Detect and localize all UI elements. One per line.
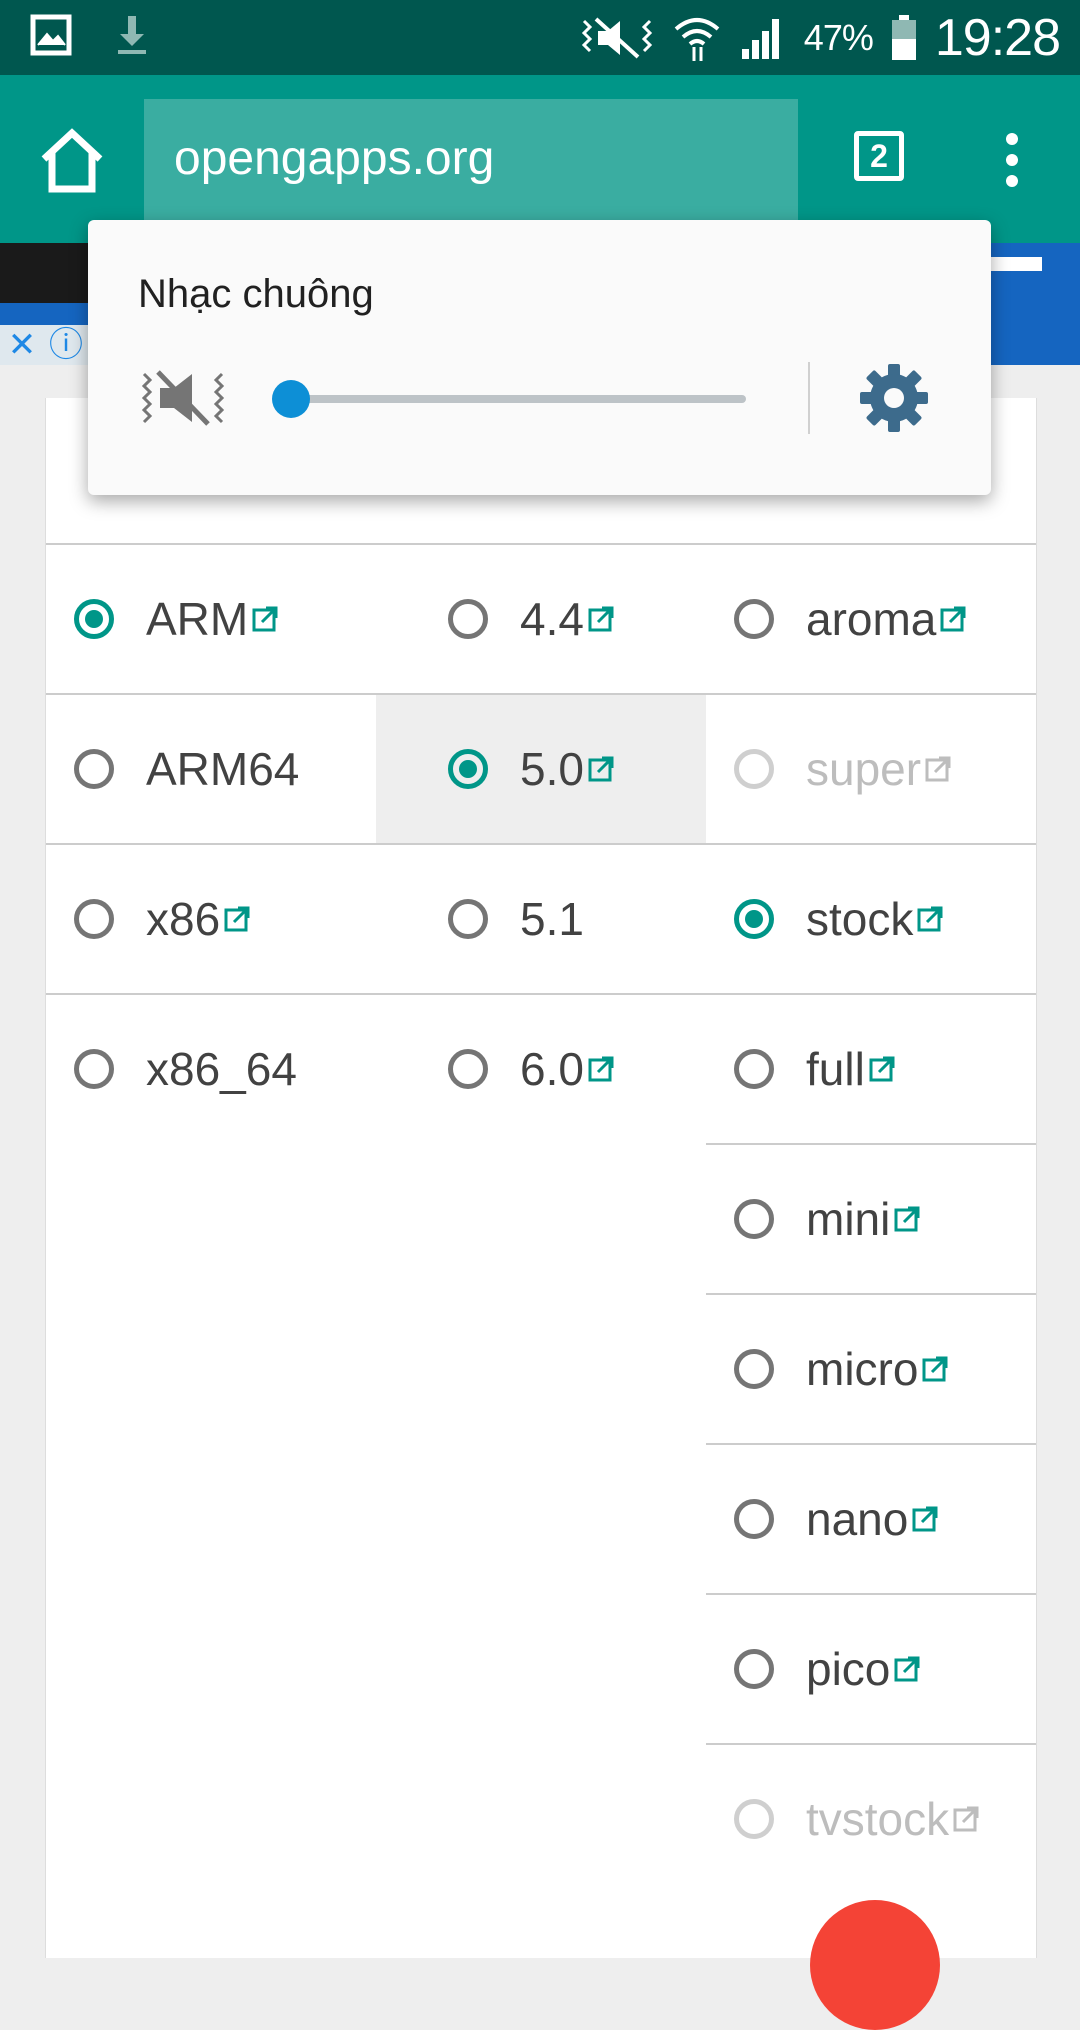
radio-button[interactable] [734, 1799, 774, 1839]
option-android-5.1[interactable]: 5.1 [376, 845, 706, 993]
battery-icon [891, 14, 916, 60]
option-label: 5.1 [520, 893, 584, 945]
gallery-notification-icon [30, 14, 72, 56]
ad-close-icon[interactable]: ✕ [0, 325, 44, 365]
external-link-icon[interactable] [912, 1506, 938, 1532]
radio-button[interactable] [734, 1349, 774, 1389]
ad-decoration [987, 257, 1042, 271]
external-link-icon[interactable] [588, 606, 614, 632]
external-link-icon[interactable] [917, 906, 943, 932]
volume-slider-thumb[interactable] [272, 380, 310, 418]
option-label: x86_64 [146, 1043, 297, 1095]
option-variant-nano[interactable]: nano [706, 1445, 1036, 1593]
options-card: ARM ARM64 x86 x86_64 4.4 5.0 5.1 6.0 aroma super s… [45, 398, 1037, 1958]
option-platform-arm64[interactable]: ARM64 [46, 695, 376, 843]
option-variant-micro[interactable]: micro [706, 1295, 1036, 1443]
option-android-4.4[interactable]: 4.4 [376, 545, 706, 693]
external-link-icon[interactable] [894, 1656, 920, 1682]
url-text: opengapps.org [174, 132, 495, 185]
radio-button[interactable] [734, 899, 774, 939]
option-variant-super[interactable]: super [706, 695, 1036, 843]
volume-popup: Nhạc chuông [88, 220, 991, 495]
external-link-icon[interactable] [588, 756, 614, 782]
radio-button[interactable] [74, 599, 114, 639]
radio-button[interactable] [448, 749, 488, 789]
option-platform-x86[interactable]: x86 [46, 845, 376, 993]
radio-button[interactable] [448, 1049, 488, 1089]
radio-button[interactable] [734, 1649, 774, 1689]
option-platform-x86_64[interactable]: x86_64 [46, 995, 376, 1143]
signal-icon [741, 18, 779, 59]
option-variant-tvstock[interactable]: tvstock [706, 1745, 1036, 1893]
radio-button[interactable] [734, 749, 774, 789]
status-bar: 47% 19:28 [0, 0, 1080, 75]
option-label: pico [806, 1643, 891, 1695]
radio-button[interactable] [448, 899, 488, 939]
radio-button[interactable] [734, 599, 774, 639]
option-label: ARM64 [146, 743, 300, 795]
external-link-icon[interactable] [224, 906, 250, 932]
external-link-icon[interactable] [925, 756, 951, 782]
option-label: 4.4 [520, 593, 584, 645]
option-variant-aroma[interactable]: aroma [706, 545, 1036, 693]
option-label: 5.0 [520, 743, 584, 795]
overflow-menu-icon[interactable] [1000, 133, 1024, 189]
option-label: full [806, 1043, 865, 1095]
clock: 19:28 [934, 8, 1061, 67]
option-label: micro [806, 1343, 919, 1395]
option-variant-pico[interactable]: pico [706, 1595, 1036, 1743]
external-link-icon[interactable] [252, 606, 278, 632]
home-icon[interactable] [36, 125, 108, 195]
option-variant-full[interactable]: full [706, 995, 1036, 1143]
ad-controls: ✕ ⓘ [0, 325, 88, 365]
browser-toolbar: opengapps.org 2 [0, 75, 1080, 243]
option-label: nano [806, 1493, 909, 1545]
external-link-icon[interactable] [922, 1356, 948, 1382]
settings-gear-icon[interactable] [858, 362, 930, 434]
option-android-5.0[interactable]: 5.0 [376, 695, 706, 843]
option-label: tvstock [806, 1793, 950, 1845]
address-bar[interactable]: opengapps.org [144, 99, 798, 223]
popup-divider [808, 362, 810, 434]
radio-button[interactable] [448, 599, 488, 639]
option-label: 6.0 [520, 1043, 584, 1095]
radio-button[interactable] [74, 1049, 114, 1089]
option-label: x86 [146, 893, 221, 945]
ad-image [0, 243, 100, 303]
radio-button[interactable] [734, 1199, 774, 1239]
external-link-icon[interactable] [588, 1056, 614, 1082]
external-link-icon[interactable] [894, 1206, 920, 1232]
option-label: aroma [806, 593, 937, 645]
mute-vibrate-icon [581, 17, 652, 58]
option-label: ARM [146, 593, 249, 645]
radio-button[interactable] [734, 1049, 774, 1089]
radio-button[interactable] [74, 749, 114, 789]
volume-stream-title: Nhạc chuông [138, 272, 374, 316]
wifi-icon [674, 17, 720, 61]
ad-info-icon[interactable]: ⓘ [44, 325, 88, 365]
option-label: super [806, 743, 922, 795]
battery-percent: 47% [803, 16, 874, 58]
option-label: mini [806, 1193, 891, 1245]
option-variant-stock[interactable]: stock [706, 845, 1036, 993]
download-notification-icon [118, 16, 146, 54]
external-link-icon[interactable] [869, 1056, 895, 1082]
radio-button[interactable] [734, 1499, 774, 1539]
option-android-6.0[interactable]: 6.0 [376, 995, 706, 1143]
external-link-icon[interactable] [953, 1806, 979, 1832]
ringer-mute-icon[interactable] [140, 368, 226, 428]
option-label: stock [806, 893, 914, 945]
option-platform-arm[interactable]: ARM [46, 545, 376, 693]
option-variant-mini[interactable]: mini [706, 1145, 1036, 1293]
radio-button[interactable] [74, 899, 114, 939]
tab-switcher-button[interactable]: 2 [854, 131, 904, 181]
external-link-icon[interactable] [940, 606, 966, 632]
volume-slider-track[interactable] [278, 395, 746, 403]
